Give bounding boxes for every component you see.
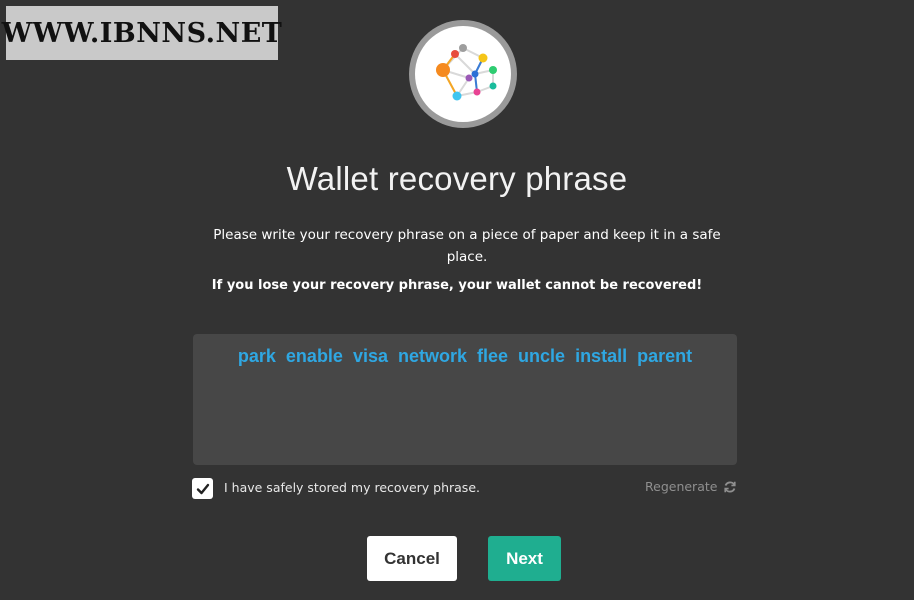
phrase-word: parent: [637, 346, 693, 366]
wallet-logo: [409, 20, 517, 128]
phrase-word: flee: [477, 346, 509, 366]
watermark-text: WWW.IBNNS.NET: [1, 17, 283, 49]
phrase-word: install: [575, 346, 628, 366]
phrase-redaction: [333, 374, 595, 454]
watermark: WWW.IBNNS.NET: [2, 6, 282, 60]
network-logo-icon: [436, 44, 497, 101]
regenerate-button[interactable]: Regenerate: [645, 479, 737, 494]
cancel-button[interactable]: Cancel: [367, 536, 457, 581]
phrase-row: park enable visa network flee uncle install par…: [205, 342, 725, 370]
phrase-word: uncle: [518, 346, 566, 366]
stored-phrase-checkbox[interactable]: [192, 478, 213, 499]
page-title: Wallet recovery phrase: [286, 160, 628, 197]
next-button[interactable]: Next: [488, 536, 561, 581]
instructions-text: Please write your recovery phrase on a p…: [213, 227, 721, 265]
phrase-word: park: [237, 346, 276, 366]
regenerate-label[interactable]: Regenerate: [645, 479, 717, 494]
recovery-phrase-box: park enable visa network flee uncle install par…: [193, 334, 737, 465]
refresh-icon[interactable]: [723, 480, 737, 494]
warning-text: If you lose your recovery phrase, your w…: [211, 278, 703, 293]
phrase-word: enable: [285, 346, 343, 366]
stored-phrase-label[interactable]: I have safely stored my recovery phrase.: [224, 480, 480, 495]
phrase-word: network: [398, 346, 468, 366]
phrase-word: visa: [352, 346, 388, 366]
checkmark-icon: [196, 483, 209, 494]
